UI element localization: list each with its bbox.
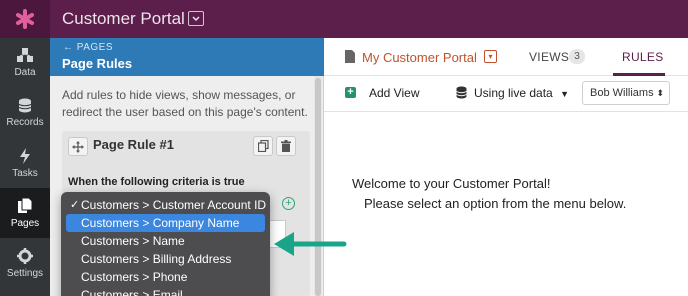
app-switcher-button[interactable] [188,11,204,26]
scrollbar-thumb[interactable] [315,78,321,296]
option-label: Customers > Billing Address [81,252,232,266]
checkmark-icon: ✓ [70,199,80,211]
panel-header: ← PAGES Page Rules [50,38,324,76]
logo[interactable] [0,0,50,38]
dropdown-option[interactable]: Customers > Phone [66,268,265,286]
option-label: Customers > Company Name [81,216,240,230]
pages-icon [18,197,32,213]
annotation-arrow-icon [274,232,347,256]
chevron-down-icon [192,16,200,22]
main-nav: Data Records Tasks Pages Settings [0,38,50,296]
page-icon [345,50,355,63]
option-label: Customers > Name [81,234,185,248]
move-icon [72,140,84,153]
option-label: Customers > Email [81,288,183,296]
page-switcher-chevron-down-icon[interactable]: ▾ [484,50,497,63]
dropdown-option[interactable]: Customers > Billing Address [66,250,265,268]
welcome-text: Welcome to your Customer Portal! [352,176,551,191]
delete-rule-button[interactable] [276,136,296,156]
nav-label: Settings [6,267,44,279]
dropdown-option-highlighted[interactable]: Customers > Company Name [66,214,265,232]
back-to-pages-link[interactable]: ← PAGES [63,42,113,53]
copy-icon [257,140,269,152]
dropdown-option[interactable]: ✓ Customers > Customer Account ID [66,196,267,214]
top-bar: Customer Portal [0,0,688,38]
panel-description: Add rules to hide views, show messages, … [62,88,308,119]
plus-icon[interactable]: + [345,87,356,98]
nav-item-records[interactable]: Records [0,88,50,138]
nav-label: Records [6,117,44,128]
rule-title: Page Rule #1 [93,137,174,152]
tab-rules[interactable]: RULES [622,50,664,64]
add-criteria-icon[interactable]: + [282,197,295,210]
copy-rule-button[interactable] [253,136,273,156]
asterisk-logo-icon [16,9,34,29]
database-icon [456,86,467,99]
data-icon [17,48,33,62]
nav-label: Pages [10,217,40,229]
page-name[interactable]: My Customer Portal [362,50,477,65]
nav-item-settings[interactable]: Settings [0,238,50,288]
user-select-value: Bob Williams [590,87,654,99]
user-select[interactable]: Bob Williams ⬍ [582,81,670,105]
toolbar: + Add View Using live data ▼ Bob William… [324,76,688,112]
live-data-label: Using live data [474,86,553,100]
nav-label: Data [14,67,36,78]
criteria-label: When the following criteria is true [68,176,245,188]
records-icon [18,98,32,113]
views-count-badge: 3 [569,49,585,64]
drag-handle-button[interactable] [68,137,88,156]
nav-item-tasks[interactable]: Tasks [0,138,50,188]
instructions-text: Please select an option from the menu be… [364,196,627,211]
add-view-button[interactable]: Add View [369,86,419,100]
dropdown-option[interactable]: Customers > Email [66,286,265,296]
option-label: Customers > Phone [81,270,188,284]
page-header: My Customer Portal ▾ VIEWS 3 RULES [324,38,688,76]
nav-item-pages[interactable]: Pages [0,188,50,238]
nav-label: Tasks [12,167,38,179]
field-dropdown-menu: ✓ Customers > Customer Account ID Custom… [61,192,270,296]
caret-down-icon: ▼ [560,89,569,99]
tab-views[interactable]: VIEWS [529,50,569,64]
panel-title: Page Rules [62,56,133,71]
dropdown-option[interactable]: Customers > Name [66,232,265,250]
app-title: Customer Portal [62,9,185,28]
trash-icon [281,140,291,152]
option-label: Customers > Customer Account ID [81,198,267,212]
nav-item-data[interactable]: Data [0,38,50,88]
live-data-dropdown[interactable]: Using live data ▼ [474,86,569,100]
updown-arrows-icon: ⬍ [656,88,664,98]
settings-icon [17,247,33,264]
tasks-icon [20,147,30,164]
